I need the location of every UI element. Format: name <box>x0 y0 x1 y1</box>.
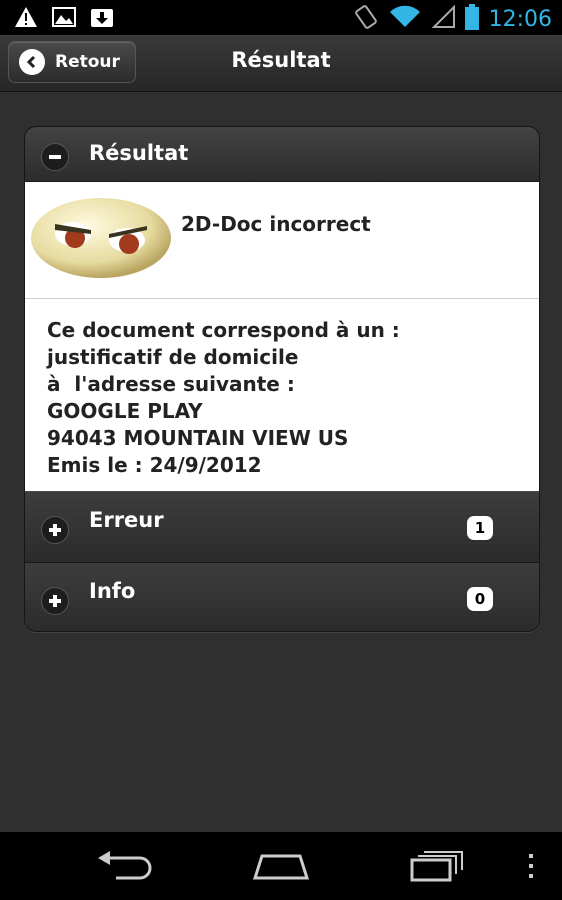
notification-icons <box>14 6 114 32</box>
detail-line: à l'adresse suivante : <box>47 372 295 396</box>
result-section-title: Résultat <box>89 141 189 165</box>
info-section-header[interactable]: Info 0 <box>25 562 539 631</box>
result-status-row: 2D-Doc incorrect <box>25 182 539 299</box>
error-count-badge: 1 <box>467 516 493 540</box>
rotation-icon <box>353 4 379 34</box>
plus-icon <box>41 587 69 615</box>
image-icon <box>52 6 76 32</box>
overflow-menu-icon[interactable] <box>526 850 536 886</box>
status-bar: 12:06 <box>0 0 562 35</box>
system-nav-bar <box>0 832 562 900</box>
detail-line: justificatif de domicile <box>47 345 299 369</box>
download-icon <box>90 6 114 32</box>
result-status-text: 2D-Doc incorrect <box>181 212 371 236</box>
error-section-title: Erreur <box>89 508 164 532</box>
clock: 12:06 <box>488 6 552 32</box>
result-details: Ce document correspond à un : justificat… <box>25 299 539 491</box>
detail-line: 94043 MOUNTAIN VIEW US <box>47 426 349 450</box>
system-icons: 12:06 <box>353 4 552 34</box>
detail-line: GOOGLE PLAY <box>47 399 203 423</box>
mascot-image <box>29 194 177 288</box>
signal-icon <box>431 4 455 33</box>
minus-icon <box>41 143 69 171</box>
app-header: Retour Résultat <box>0 35 562 92</box>
home-icon[interactable] <box>252 850 310 886</box>
info-count-badge: 0 <box>467 587 493 611</box>
error-section-header[interactable]: Erreur 1 <box>25 491 539 562</box>
result-panel: Résultat 2D-Doc incorrect Ce document co… <box>24 126 540 632</box>
page-title: Résultat <box>231 48 331 72</box>
battery-icon <box>464 4 479 34</box>
wifi-icon <box>389 5 421 33</box>
detail-line: Ce document correspond à un : <box>47 318 400 342</box>
warning-icon <box>14 6 38 32</box>
back-icon[interactable] <box>96 850 154 886</box>
detail-line: Emis le : 24/9/2012 <box>47 453 262 477</box>
plus-icon <box>41 516 69 544</box>
result-section-header[interactable]: Résultat <box>25 127 539 182</box>
recent-apps-icon[interactable] <box>408 850 466 886</box>
info-section-title: Info <box>89 579 136 603</box>
